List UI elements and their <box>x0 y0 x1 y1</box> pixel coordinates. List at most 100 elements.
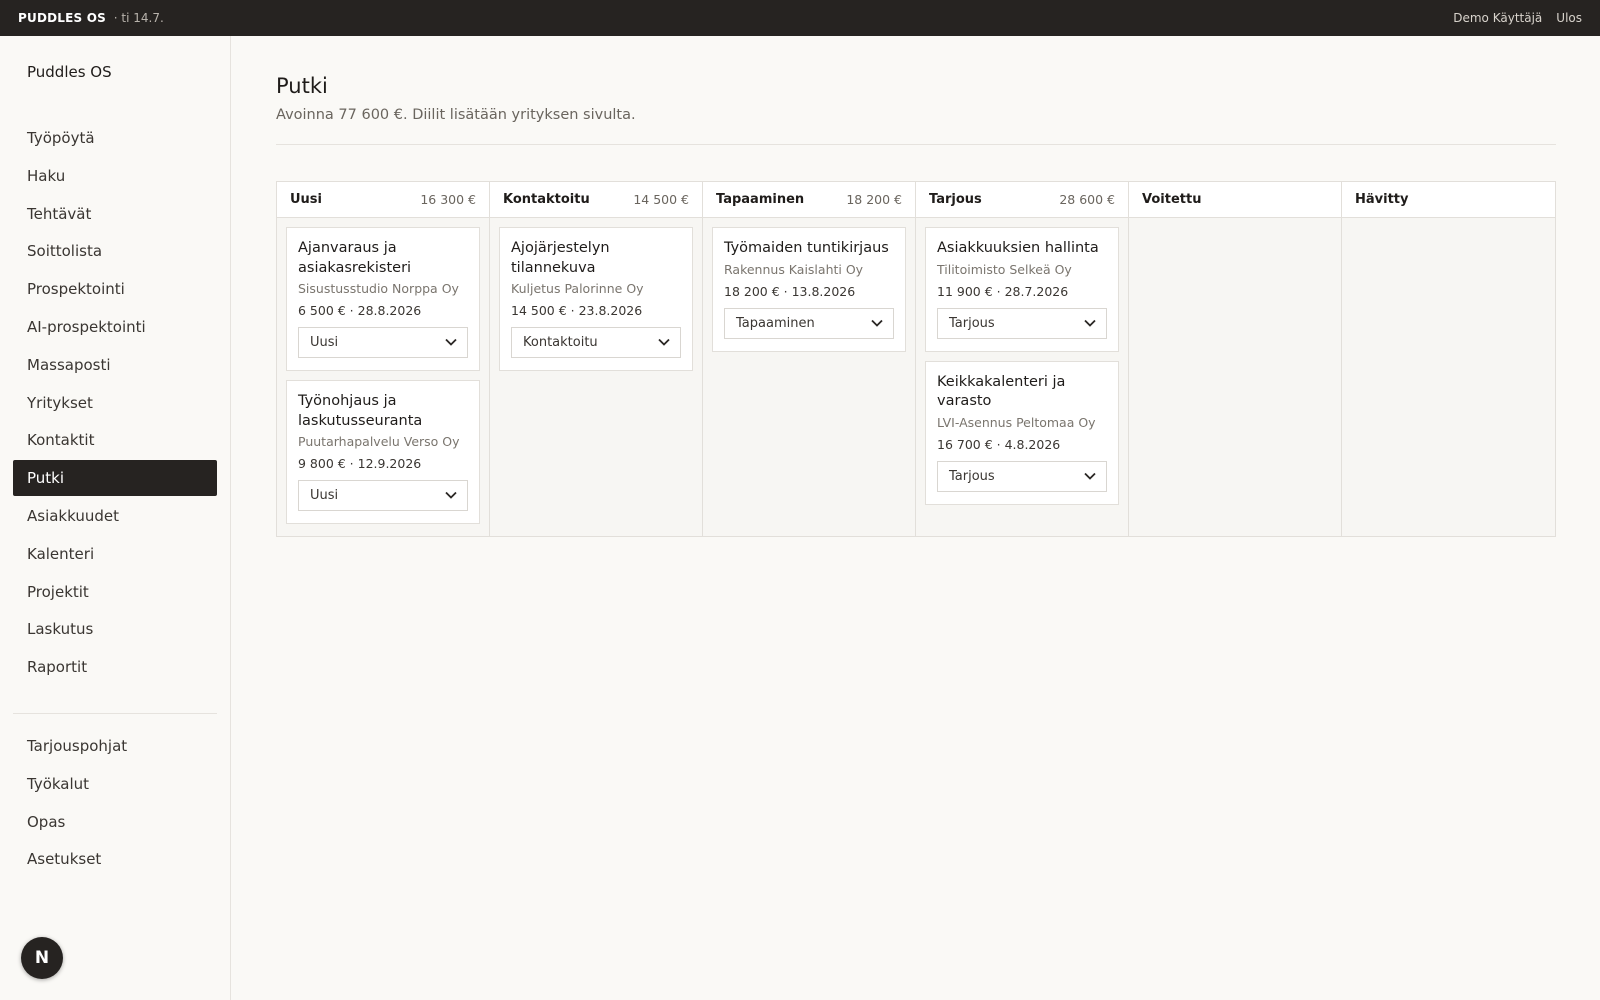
stage-select[interactable]: Tarjous <box>937 460 1107 492</box>
deal-title[interactable]: Ajojärjestelyn tilannekuva <box>511 239 681 278</box>
pipeline-column: Kontaktoitu 14 500 € Ajojärjestelyn tilann… <box>490 182 703 536</box>
pipeline-column: Tapaaminen 18 200 € Työmaiden tuntikirjaus… <box>703 182 916 536</box>
pipeline-column: Voitettu <box>1129 182 1342 536</box>
sidebar-item-putki[interactable]: Putki <box>13 460 217 497</box>
deal-card[interactable]: Ajojärjestelyn tilannekuva Kuljetus Palor… <box>499 227 693 371</box>
sidebar-item-asiakkuudet[interactable]: Asiakkuudet <box>13 498 217 534</box>
sidebar-item-haku[interactable]: Haku <box>13 158 217 194</box>
stage-select[interactable]: Tapaaminen <box>724 307 894 339</box>
sidebar-item-työkalut[interactable]: Työkalut <box>13 766 217 802</box>
deal-title[interactable]: Ajanvaraus ja asiakasrekisteri <box>298 239 468 278</box>
top-bar: PUDDLES OS · ti 14.7. Demo Käyttäjä Ulos <box>0 0 1600 36</box>
deal-card[interactable]: Työmaiden tuntikirjaus Rakennus Kaislahti… <box>712 227 906 352</box>
sidebar-item-asetukset[interactable]: Asetukset <box>13 841 217 877</box>
column-cards: Ajanvaraus ja asiakasrekisteri Sisustusst… <box>277 218 489 542</box>
stage-select-value: Uusi <box>310 335 339 350</box>
brand-label: PUDDLES OS <box>18 11 106 25</box>
column-total: 28 600 € <box>1059 192 1115 207</box>
logout-link[interactable]: Ulos <box>1556 11 1582 25</box>
deal-company: Puutarhapalvelu Verso Oy <box>298 434 460 449</box>
chevron-down-icon <box>445 335 457 350</box>
column-header: Kontaktoitu 14 500 € <box>490 182 702 218</box>
sidebar: Puddles OS Työpöytä Haku Tehtävät Soittolis… <box>0 36 231 1000</box>
column-header: Uusi 16 300 € <box>277 182 489 218</box>
column-cards <box>1129 218 1341 236</box>
column-cards: Työmaiden tuntikirjaus Rakennus Kaislahti… <box>703 218 915 370</box>
deal-company: Kuljetus Palorinne Oy <box>511 281 644 296</box>
sidebar-item-projektit[interactable]: Projektit <box>13 574 217 610</box>
column-total: 18 200 € <box>846 192 902 207</box>
pipeline-column: Hävitty <box>1342 182 1555 536</box>
column-header: Tarjous 28 600 € <box>916 182 1128 218</box>
pipeline-column: Tarjous 28 600 € Asiakkuuksien hallinta Til… <box>916 182 1129 536</box>
pipeline-board: Uusi 16 300 € Ajanvaraus ja asiakasrekiste… <box>276 181 1556 537</box>
topbar-left: PUDDLES OS · ti 14.7. <box>18 11 164 25</box>
sidebar-nav: Työpöytä Haku Tehtävät Soittolista Prospekto… <box>13 120 217 687</box>
deal-company: Sisustusstudio Norppa Oy <box>298 281 459 296</box>
deal-meta: 11 900 € · 28.7.2026 <box>937 283 1069 299</box>
deal-card[interactable]: Keikkakalenteri ja varasto LVI-Asennus Pe… <box>925 360 1119 505</box>
column-cards <box>1342 218 1555 236</box>
sidebar-item-prospektointi[interactable]: Prospektointi <box>13 271 217 307</box>
sidebar-item-tehtävät[interactable]: Tehtävät <box>13 196 217 232</box>
column-cards: Ajojärjestelyn tilannekuva Kuljetus Palor… <box>490 218 702 389</box>
deal-meta: 6 500 € · 28.8.2026 <box>298 303 422 318</box>
next-logo-icon: N <box>34 948 50 968</box>
deal-title[interactable]: Työnohjaus ja laskutusseuranta <box>298 392 468 431</box>
page-title: Putki <box>276 74 328 98</box>
column-name: Uusi <box>290 192 323 207</box>
column-header: Tapaaminen 18 200 € <box>703 182 915 218</box>
sidebar-item-kontaktit[interactable]: Kontaktit <box>13 422 217 458</box>
column-name: Hävitty <box>1355 192 1409 207</box>
sidebar-item-raportit[interactable]: Raportit <box>13 649 217 685</box>
sidebar-secondary-nav: Tarjouspohjat Työkalut Opas Asetukset <box>13 728 217 879</box>
deal-meta: 14 500 € · 23.8.2026 <box>511 303 643 318</box>
stage-select-value: Tarjous <box>949 315 995 331</box>
column-total: 14 500 € <box>633 192 689 207</box>
stage-select-value: Tarjous <box>949 468 995 484</box>
stage-select[interactable]: Uusi <box>298 480 468 511</box>
pipeline-column: Uusi 16 300 € Ajanvaraus ja asiakasrekiste… <box>277 182 490 536</box>
app-title: Puddles OS <box>27 63 112 81</box>
deal-card[interactable]: Työnohjaus ja laskutusseuranta Puutarhapa… <box>286 380 480 524</box>
column-header: Hävitty <box>1342 182 1555 218</box>
main-divider <box>276 144 1556 145</box>
sidebar-item-työpöytä[interactable]: Työpöytä <box>13 120 217 156</box>
stage-select-value: Uusi <box>310 488 339 503</box>
chevron-down-icon <box>445 488 457 503</box>
column-name: Tarjous <box>929 192 982 207</box>
chevron-down-icon <box>1084 469 1096 484</box>
chevron-down-icon <box>871 316 883 331</box>
user-menu[interactable]: Demo Käyttäjä <box>1453 11 1542 25</box>
sidebar-item-tarjouspohjat[interactable]: Tarjouspohjat <box>13 728 217 764</box>
deal-card[interactable]: Asiakkuuksien hallinta Tilitoimisto Selke… <box>925 227 1119 352</box>
column-name: Kontaktoitu <box>503 192 590 207</box>
stage-select[interactable]: Kontaktoitu <box>511 327 681 358</box>
sidebar-item-yritykset[interactable]: Yritykset <box>13 385 217 421</box>
stage-select-value: Tapaaminen <box>736 315 815 331</box>
sidebar-item-soittolista[interactable]: Soittolista <box>13 233 217 269</box>
deal-company: LVI-Asennus Peltomaa Oy <box>937 414 1096 430</box>
sidebar-item-ai-prospektointi[interactable]: AI-prospektointi <box>13 309 217 345</box>
deal-title[interactable]: Keikkakalenteri ja varasto <box>937 373 1107 412</box>
deal-company: Rakennus Kaislahti Oy <box>724 261 864 277</box>
deal-meta: 16 700 € · 4.8.2026 <box>937 436 1061 452</box>
column-total: 16 300 € <box>420 192 476 207</box>
stage-select[interactable]: Tarjous <box>937 307 1107 339</box>
sidebar-item-opas[interactable]: Opas <box>13 804 217 840</box>
sidebar-item-kalenteri[interactable]: Kalenteri <box>13 536 217 572</box>
deal-meta: 9 800 € · 12.9.2026 <box>298 456 422 471</box>
deal-title[interactable]: Asiakkuuksien hallinta <box>937 239 1107 259</box>
page-subtitle: Avoinna 77 600 €. Diilit lisätään yrityk… <box>276 107 636 123</box>
stage-select[interactable]: Uusi <box>298 327 468 358</box>
sidebar-item-massaposti[interactable]: Massaposti <box>13 347 217 383</box>
deal-card[interactable]: Ajanvaraus ja asiakasrekisteri Sisustusst… <box>286 227 480 371</box>
chevron-down-icon <box>658 335 670 350</box>
sidebar-divider <box>13 713 217 714</box>
deal-company: Tilitoimisto Selkeä Oy <box>937 261 1072 277</box>
sidebar-item-laskutus[interactable]: Laskutus <box>13 611 217 647</box>
column-name: Tapaaminen <box>716 192 805 207</box>
chevron-down-icon <box>1084 316 1096 331</box>
next-logo-button[interactable]: N <box>21 937 63 979</box>
deal-title[interactable]: Työmaiden tuntikirjaus <box>724 239 894 259</box>
